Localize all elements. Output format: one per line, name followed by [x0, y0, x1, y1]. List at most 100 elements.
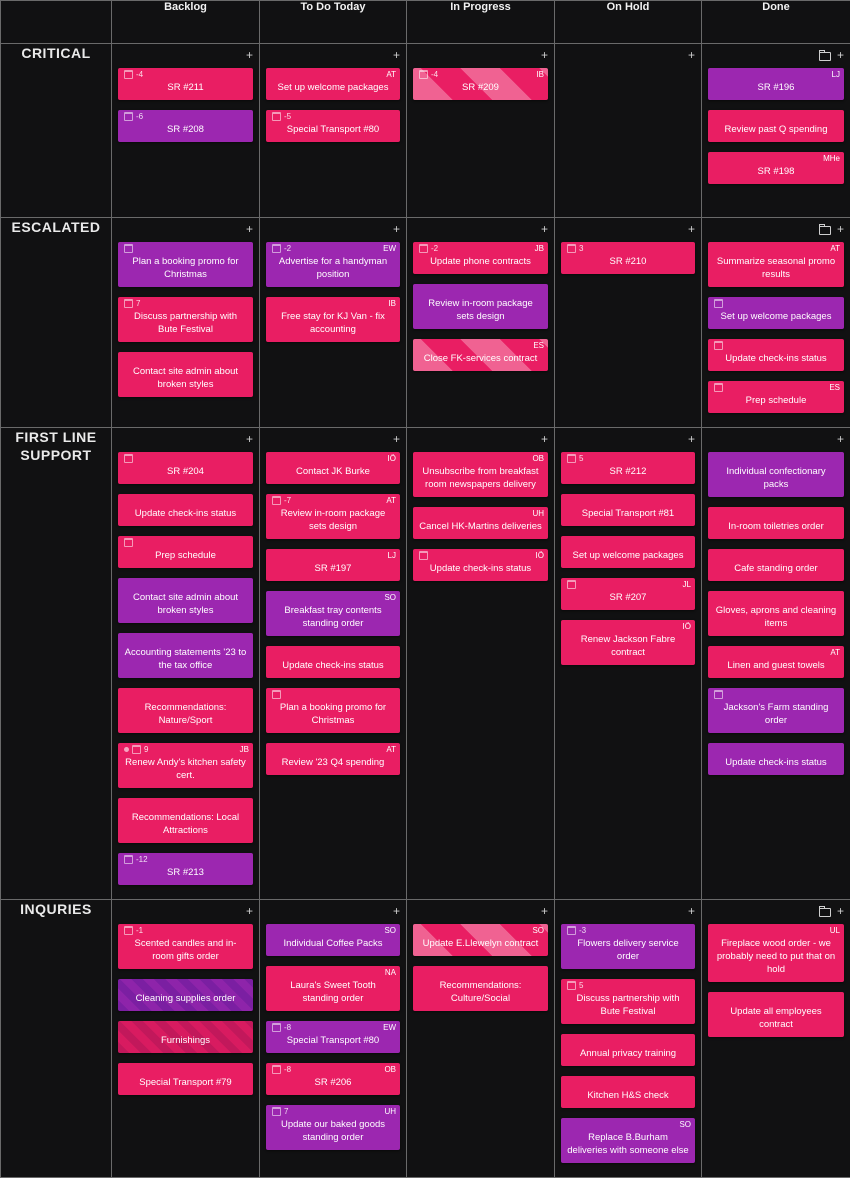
add-card-button[interactable]: + — [393, 49, 400, 61]
task-card[interactable]: Update all employees contract — [708, 992, 844, 1037]
add-card-button[interactable]: + — [688, 49, 695, 61]
task-card[interactable]: Annual privacy training — [561, 1034, 695, 1066]
task-card[interactable]: Prep schedule — [118, 536, 253, 568]
add-card-button[interactable]: + — [541, 905, 548, 917]
task-card[interactable]: SOUpdate E.Llewelyn contract — [413, 924, 548, 956]
task-card[interactable]: ATSet up welcome packages — [266, 68, 400, 100]
add-card-button[interactable]: + — [393, 223, 400, 235]
task-card[interactable]: Review past Q spending — [708, 110, 844, 142]
folder-icon[interactable] — [819, 52, 831, 61]
task-card[interactable]: ESPrep schedule — [708, 381, 844, 413]
task-card[interactable]: IÖRenew Jackson Fabre contract — [561, 620, 695, 665]
task-card[interactable]: -4IBSR #209 — [413, 68, 548, 100]
swimlane-header[interactable]: INQURIES — [1, 900, 112, 1178]
task-card[interactable]: In-room toiletries order — [708, 507, 844, 539]
task-card[interactable]: IÖContact JK Burke — [266, 452, 400, 484]
add-card-button[interactable]: + — [541, 433, 548, 445]
task-card[interactable]: -8EWSpecial Transport #80 — [266, 1021, 400, 1053]
task-card[interactable]: 7Discuss partnership with Bute Festival — [118, 297, 253, 342]
task-card[interactable]: 7UHUpdate our baked goods standing order — [266, 1105, 400, 1150]
task-card[interactable]: 3SR #210 — [561, 242, 695, 274]
task-card[interactable]: NALaura's Sweet Tooth standing order — [266, 966, 400, 1011]
task-card[interactable]: Plan a booking promo for Christmas — [266, 688, 400, 733]
task-card[interactable]: -3Flowers delivery service order — [561, 924, 695, 969]
task-card[interactable]: Plan a booking promo for Christmas — [118, 242, 253, 287]
add-card-button[interactable]: + — [837, 223, 844, 235]
task-card[interactable]: Gloves, aprons and cleaning items — [708, 591, 844, 636]
add-card-button[interactable]: + — [688, 223, 695, 235]
task-card[interactable]: ULFireplace wood order - we probably nee… — [708, 924, 844, 982]
task-card[interactable]: Update check-ins status — [266, 646, 400, 678]
task-card[interactable]: 5Discuss partnership with Bute Festival — [561, 979, 695, 1024]
task-card[interactable]: Jackson's Farm standing order — [708, 688, 844, 733]
task-card[interactable]: Individual confectionary packs — [708, 452, 844, 497]
task-card[interactable]: IÖUpdate check-ins status — [413, 549, 548, 581]
add-card-button[interactable]: + — [688, 905, 695, 917]
task-card[interactable]: Update check-ins status — [118, 494, 253, 526]
column-header-to-do-today[interactable]: To Do Today — [260, 1, 407, 44]
task-card[interactable]: Special Transport #79 — [118, 1063, 253, 1095]
task-card[interactable]: ESClose FK-services contract — [413, 339, 548, 371]
task-card[interactable]: Update check-ins status — [708, 743, 844, 775]
column-header-backlog[interactable]: Backlog — [112, 1, 260, 44]
add-card-button[interactable]: + — [837, 905, 844, 917]
task-card[interactable]: Contact site admin about broken styles — [118, 578, 253, 623]
task-card[interactable]: MHeSR #198 — [708, 152, 844, 184]
task-card[interactable]: Recommendations: Local Attractions — [118, 798, 253, 843]
task-card[interactable]: Contact site admin about broken styles — [118, 352, 253, 397]
task-card[interactable]: OBUnsubscribe from breakfast room newspa… — [413, 452, 548, 497]
task-card[interactable]: 5SR #212 — [561, 452, 695, 484]
add-card-button[interactable]: + — [246, 223, 253, 235]
task-card[interactable]: SOReplace B.Burham deliveries with someo… — [561, 1118, 695, 1163]
task-card[interactable]: Cafe standing order — [708, 549, 844, 581]
add-card-button[interactable]: + — [541, 223, 548, 235]
task-card[interactable]: ATReview '23 Q4 spending — [266, 743, 400, 775]
task-card[interactable]: ATLinen and guest towels — [708, 646, 844, 678]
task-card[interactable]: SOBreakfast tray contents standing order — [266, 591, 400, 636]
task-card[interactable]: -2EWAdvertise for a handyman position — [266, 242, 400, 287]
column-header-on-hold[interactable]: On Hold — [555, 1, 702, 44]
task-card[interactable]: -12SR #213 — [118, 853, 253, 885]
task-card[interactable]: -8OBSR #206 — [266, 1063, 400, 1095]
folder-icon[interactable] — [819, 226, 831, 235]
column-header-in-progress[interactable]: In Progress — [407, 1, 555, 44]
swimlane-header[interactable]: ESCALATED — [1, 218, 112, 428]
folder-icon[interactable] — [819, 908, 831, 917]
task-card[interactable]: -5Special Transport #80 — [266, 110, 400, 142]
column-header-done[interactable]: Done — [702, 1, 850, 44]
task-card[interactable]: JLSR #207 — [561, 578, 695, 610]
task-card[interactable]: Accounting statements '23 to the tax off… — [118, 633, 253, 678]
add-card-button[interactable]: + — [246, 905, 253, 917]
task-card[interactable]: Review in-room package sets design — [413, 284, 548, 329]
task-card[interactable]: Special Transport #81 — [561, 494, 695, 526]
task-card[interactable]: Kitchen H&S check — [561, 1076, 695, 1108]
task-card[interactable]: SOIndividual Coffee Packs — [266, 924, 400, 956]
task-card[interactable]: LJSR #196 — [708, 68, 844, 100]
add-card-button[interactable]: + — [246, 433, 253, 445]
task-card[interactable]: Update check-ins status — [708, 339, 844, 371]
add-card-button[interactable]: + — [688, 433, 695, 445]
add-card-button[interactable]: + — [837, 433, 844, 445]
add-card-button[interactable]: + — [393, 433, 400, 445]
task-card[interactable]: UHCancel HK-Martins deliveries — [413, 507, 548, 539]
task-card[interactable]: SR #204 — [118, 452, 253, 484]
task-card[interactable]: -4SR #211 — [118, 68, 253, 100]
add-card-button[interactable]: + — [246, 49, 253, 61]
swimlane-header[interactable]: CRITICAL — [1, 44, 112, 218]
add-card-button[interactable]: + — [541, 49, 548, 61]
task-card[interactable]: ATSummarize seasonal promo results — [708, 242, 844, 287]
task-card[interactable]: Set up welcome packages — [708, 297, 844, 329]
task-card[interactable]: Cleaning supplies order — [118, 979, 253, 1011]
task-card[interactable]: Set up welcome packages — [561, 536, 695, 568]
task-card[interactable]: IBFree stay for KJ Van - fix accounting — [266, 297, 400, 342]
add-card-button[interactable]: + — [393, 905, 400, 917]
task-card[interactable]: LJSR #197 — [266, 549, 400, 581]
swimlane-header[interactable]: FIRST LINE SUPPORT — [1, 428, 112, 900]
task-card[interactable]: -6SR #208 — [118, 110, 253, 142]
task-card[interactable]: Recommendations: Nature/Sport — [118, 688, 253, 733]
add-card-button[interactable]: + — [837, 49, 844, 61]
task-card[interactable]: -1Scented candles and in-room gifts orde… — [118, 924, 253, 969]
task-card[interactable]: 9JBRenew Andy's kitchen safety cert. — [118, 743, 253, 788]
task-card[interactable]: Furnishings — [118, 1021, 253, 1053]
task-card[interactable]: -7ATReview in-room package sets design — [266, 494, 400, 539]
